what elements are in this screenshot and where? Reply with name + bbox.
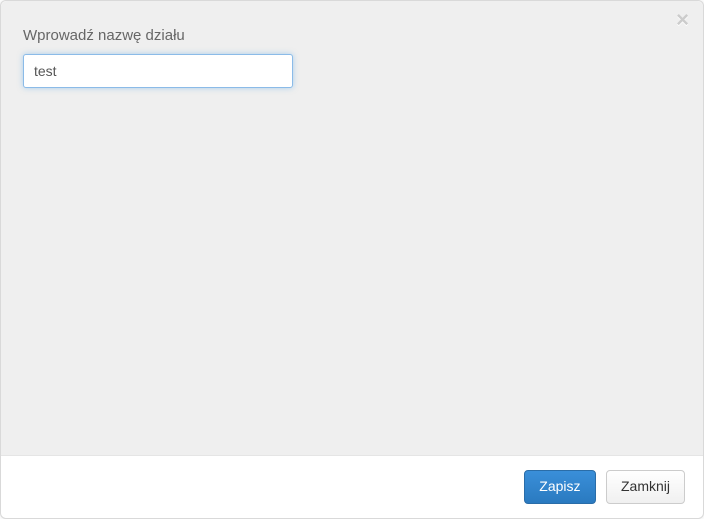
close-button[interactable]: Zamknij — [606, 470, 685, 504]
save-button[interactable]: Zapisz — [524, 470, 595, 504]
close-icon[interactable]: × — [676, 9, 689, 31]
modal-footer: Zapisz Zamknij — [1, 455, 703, 518]
modal-body: Wprowadź nazwę działu — [1, 1, 703, 455]
modal-dialog: × Wprowadź nazwę działu Zapisz Zamknij — [0, 0, 704, 519]
department-name-input[interactable] — [23, 54, 293, 88]
department-name-label: Wprowadź nazwę działu — [23, 27, 681, 44]
